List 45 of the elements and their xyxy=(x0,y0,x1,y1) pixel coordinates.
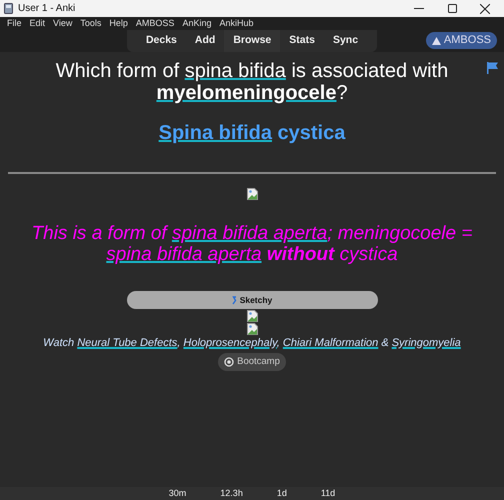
broken-image-icon xyxy=(246,188,258,200)
bootcamp-button[interactable]: Bootcamp xyxy=(218,353,286,371)
app-icon xyxy=(4,3,13,14)
menu-item[interactable]: Tools xyxy=(76,16,106,30)
target-icon xyxy=(224,357,234,367)
text-link[interactable]: myelomeningocele xyxy=(156,82,336,104)
broken-image-icon xyxy=(246,310,258,322)
menu-item[interactable]: Help xyxy=(105,16,132,30)
text-link[interactable]: spina bifida aperta xyxy=(172,223,328,244)
answer-text: Spina bifida cystica xyxy=(158,121,346,146)
sketchy-button[interactable]: Sketchy xyxy=(126,291,378,309)
interval-label: 1d xyxy=(276,487,287,500)
text-link[interactable]: Neural Tube Defects xyxy=(77,337,178,349)
interval-label: 12.3h xyxy=(220,487,243,500)
menu-item[interactable]: AMBOSS xyxy=(132,16,178,30)
text-link[interactable]: Chiari Malformation xyxy=(282,337,378,349)
toolbar-button[interactable]: Stats xyxy=(280,30,324,52)
extra-text: This is a form of spina bifida aperta; meningocoele = spina bifida aperta without cystica xyxy=(30,223,474,265)
menu-item[interactable]: AnKing xyxy=(178,16,216,30)
menu-item[interactable]: AnkiHub xyxy=(215,16,258,30)
menu-item[interactable]: View xyxy=(49,16,76,30)
toolbar-button[interactable]: Decks xyxy=(136,30,186,52)
close-icon[interactable] xyxy=(480,4,490,14)
flag-icon[interactable] xyxy=(487,62,498,74)
window-title: User 1 - Anki xyxy=(18,2,76,16)
text-link[interactable]: Syringomyelia xyxy=(392,337,461,349)
text-link[interactable]: spina bifida xyxy=(184,60,286,82)
text-link[interactable]: Holoprosencephaly xyxy=(183,337,277,349)
squiggle-icon xyxy=(232,296,237,305)
toolbar-button[interactable]: Sync xyxy=(324,30,368,52)
text-link[interactable]: Spina bifida xyxy=(158,122,272,144)
question-text: Which form of spina bifida is associated with myelomeningocele? xyxy=(54,60,450,104)
menu-item[interactable]: Edit xyxy=(26,16,50,30)
interval-label: 30m xyxy=(168,487,186,500)
watch-text: Watch Neural Tube Defects, Holoprosencephaly, Chiari Malformation & Syringomyelia xyxy=(42,336,462,350)
maximize-icon[interactable] xyxy=(448,4,457,13)
minimize-icon[interactable] xyxy=(414,8,424,10)
toolbar-button[interactable]: Add xyxy=(186,30,224,52)
interval-label: 11d xyxy=(320,487,336,500)
toolbar-button[interactable]: Browse xyxy=(224,30,280,52)
triangle-icon xyxy=(432,36,441,44)
broken-image-icon xyxy=(246,323,258,335)
amboss-button[interactable]: AMBOSS xyxy=(426,32,497,49)
text-link[interactable]: spina bifida aperta xyxy=(106,244,262,265)
menu-item[interactable]: File xyxy=(3,16,26,30)
